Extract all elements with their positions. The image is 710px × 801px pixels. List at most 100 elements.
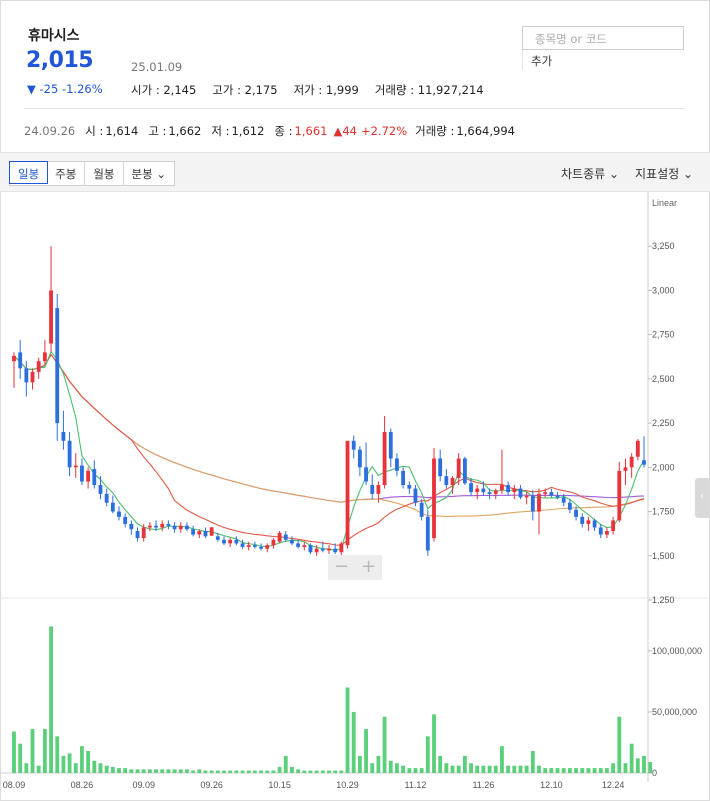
candle-body [271, 539, 276, 546]
volume-bar [642, 755, 646, 773]
volume-bar [580, 768, 585, 773]
tab-daily[interactable]: 일봉 [9, 161, 49, 184]
volume-bar [191, 770, 196, 773]
candle-body [561, 497, 566, 503]
price-tick-label: 2,750 [652, 330, 675, 340]
up-triangle-icon: ▲ [333, 124, 343, 138]
candle-body [246, 545, 251, 547]
volume-bar [419, 768, 424, 773]
tab-minute[interactable]: 분봉 ⌄ [124, 162, 174, 185]
ohlc-summary: 시가 : 2,145 고가 : 2,175 저가 : 1,999 거래량 : 1… [131, 82, 500, 98]
candle-body [203, 531, 208, 537]
volume-bar [277, 766, 282, 773]
candle-body [413, 488, 418, 503]
tab-monthly[interactable]: 월봉 [85, 162, 124, 185]
candle-body [487, 492, 492, 494]
volume-bar [129, 769, 134, 773]
candle-body [209, 527, 214, 536]
volume-bar [302, 770, 307, 773]
candle-body [141, 527, 146, 539]
chart-area[interactable]: Linear 1,250 1,500 1,750 2,000 2,250 2,500 2,75… [0, 192, 710, 801]
volume-bar [61, 755, 66, 773]
add-button[interactable]: 추가 [522, 50, 560, 70]
zoom-in-button[interactable]: + [355, 555, 382, 580]
volume-bar [537, 765, 541, 773]
candle-body [320, 548, 325, 551]
candle-body [543, 492, 548, 494]
volume-bar [73, 763, 78, 773]
indicator-settings-menu[interactable]: 지표설정 ⌄ [635, 165, 693, 182]
volume-bar [370, 763, 375, 773]
candle-body [92, 469, 97, 486]
volume-bar [462, 755, 467, 773]
volume-bar [574, 768, 578, 773]
volume-bar [518, 765, 523, 773]
volume-bar [92, 760, 97, 773]
candle-body [55, 308, 60, 424]
candle-body [500, 485, 504, 491]
candle-body [481, 488, 486, 493]
tab-weekly[interactable]: 주봉 [47, 162, 86, 185]
date-tick-label: 08.09 [3, 780, 26, 790]
candle-body [98, 485, 103, 494]
candle-body [259, 546, 263, 549]
candle-body [30, 371, 35, 383]
volume-bar [469, 763, 473, 773]
candle-body [61, 431, 66, 441]
volume-bar [234, 770, 239, 773]
candle-body [36, 361, 41, 372]
volume-bar [86, 751, 91, 773]
stock-chart[interactable]: Linear 1,250 1,500 1,750 2,000 2,250 2,500 2,75… [0, 192, 710, 801]
volume-bar [586, 768, 591, 773]
zoom-out-button[interactable]: − [328, 555, 355, 580]
volume-bar [67, 753, 72, 773]
volume-bar [80, 746, 84, 773]
volume-bar [147, 769, 152, 773]
candle-body [629, 456, 634, 468]
volume-bar [123, 768, 128, 773]
volume-bar [432, 714, 436, 773]
candle-body [506, 485, 511, 493]
volume-bar [524, 765, 529, 773]
candle-body [191, 529, 196, 535]
side-panel-toggle[interactable]: ‹ [695, 478, 709, 518]
price-tick-label: 1,500 [652, 551, 675, 561]
volume-bar [339, 770, 344, 773]
divider [24, 108, 684, 109]
volume-bar [561, 768, 566, 773]
volume-bar [160, 769, 165, 773]
candle-body [512, 488, 517, 493]
search-input[interactable]: 종목명 or 코드 [522, 26, 684, 50]
volume-bar [203, 770, 208, 773]
volume-bar [481, 765, 486, 773]
volume-bar [605, 768, 609, 773]
candle-body [351, 440, 356, 450]
candle-body [154, 525, 158, 528]
candle-body [574, 509, 578, 517]
candle-body [419, 502, 424, 517]
volume-bar [12, 731, 16, 773]
volume-bar [598, 768, 603, 773]
price-tick-label: 3,250 [652, 241, 675, 251]
volume-bar [135, 769, 140, 773]
candle-body [129, 523, 134, 530]
price-tick-label: 2,000 [652, 462, 675, 472]
volume-bar [543, 768, 548, 773]
cursor-info-row: 24.09.26 시 :1,614 고 :1,662 저 :1,612 종 :1… [24, 124, 515, 138]
volume-bar [36, 765, 41, 773]
volume-bar [308, 770, 313, 773]
candle-body [537, 493, 541, 512]
price-change: ▼ -25 -1.26% [27, 82, 103, 96]
current-price: 2,015 [26, 48, 94, 73]
volume-bar [240, 770, 245, 773]
candle-body [234, 539, 239, 544]
candle-body [339, 543, 344, 553]
volume-bar [635, 758, 640, 773]
chevron-down-icon: ⌄ [156, 167, 166, 181]
candle-body [314, 548, 319, 553]
volume-bar [24, 763, 29, 773]
volume-bar [265, 770, 270, 773]
volume-bar [611, 763, 616, 773]
chart-type-menu[interactable]: 차트종류 ⌄ [561, 165, 619, 182]
candle-body [110, 502, 115, 512]
